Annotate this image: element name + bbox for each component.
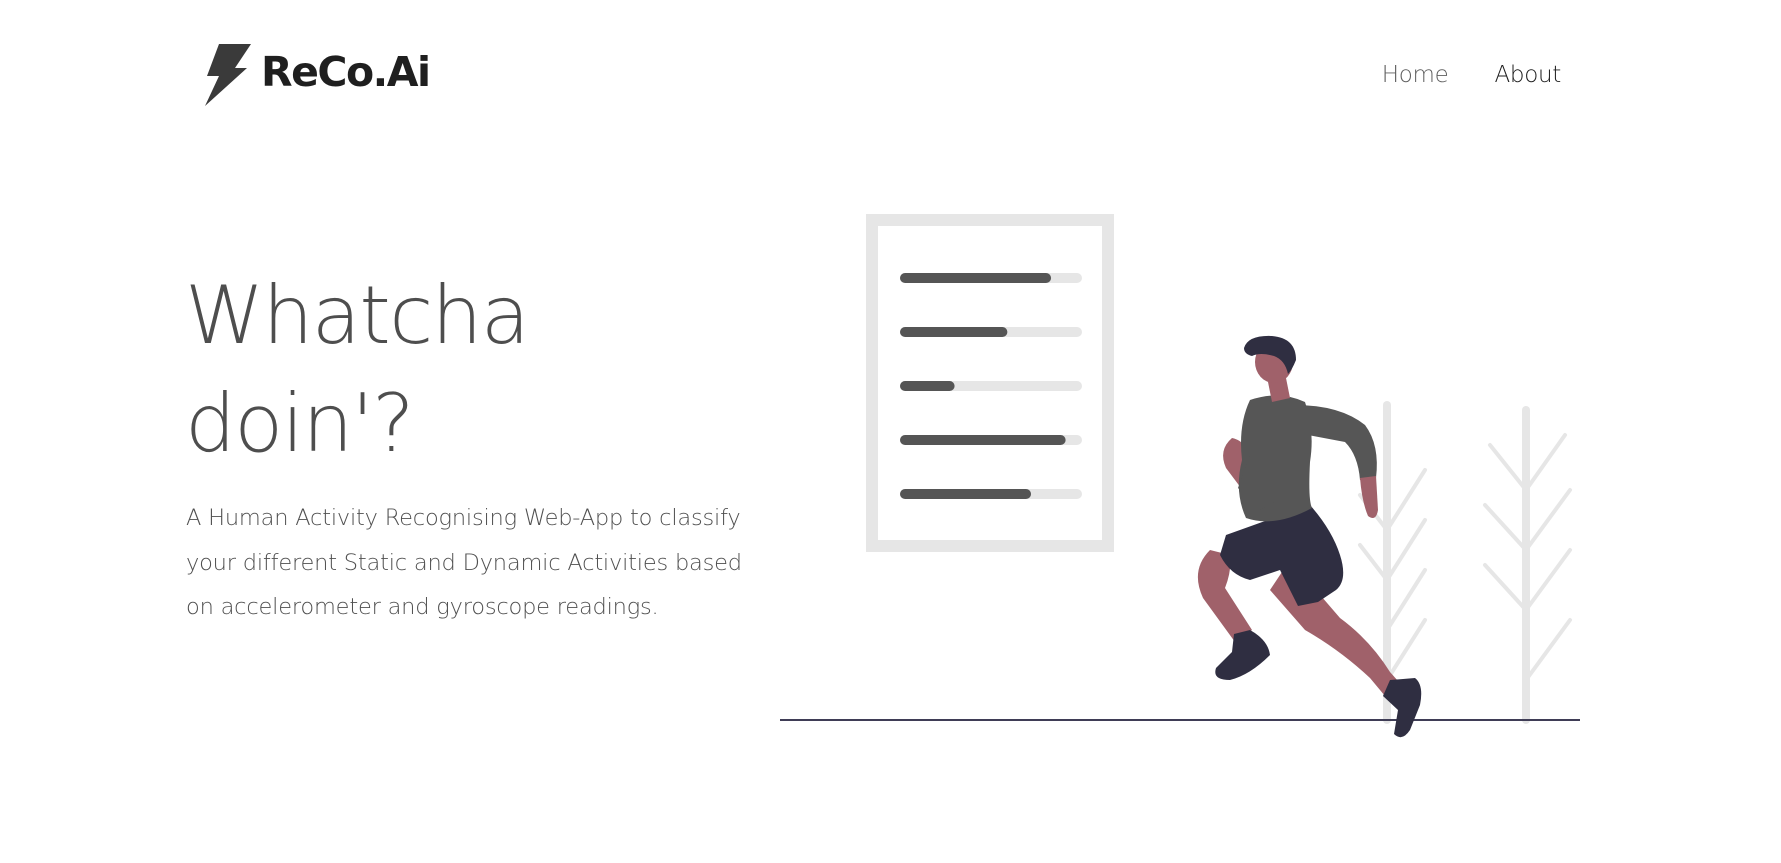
nav-link-home[interactable]: Home — [1382, 62, 1449, 88]
main-nav: Home About — [1382, 62, 1562, 88]
activity-bar-fill — [900, 273, 1052, 283]
activity-bar-fill — [900, 489, 1032, 499]
hero-title-line-2: doin'? — [185, 377, 415, 470]
lightning-bolt-icon — [205, 44, 251, 106]
hero-title-line-1: Whatcha — [185, 269, 530, 362]
plant-right — [1483, 406, 1572, 724]
runner-illustration — [780, 214, 1580, 738]
activity-bar-fill — [900, 327, 1008, 337]
activity-bar-fill — [900, 435, 1066, 445]
activity-document-panel — [866, 214, 1114, 552]
nav-link-about[interactable]: About — [1494, 62, 1561, 88]
brand-name: ReCo.Ai — [261, 47, 431, 96]
landing-page: ReCo.Ai Home About Whatcha doin'? A Huma… — [0, 0, 1781, 863]
hero-title: Whatcha doin'? — [185, 262, 705, 478]
activity-bar-fill — [900, 381, 955, 391]
brand-logo[interactable]: ReCo.Ai — [197, 44, 431, 106]
hero-description: A Human Activity Recognising Web-App to … — [186, 505, 742, 620]
